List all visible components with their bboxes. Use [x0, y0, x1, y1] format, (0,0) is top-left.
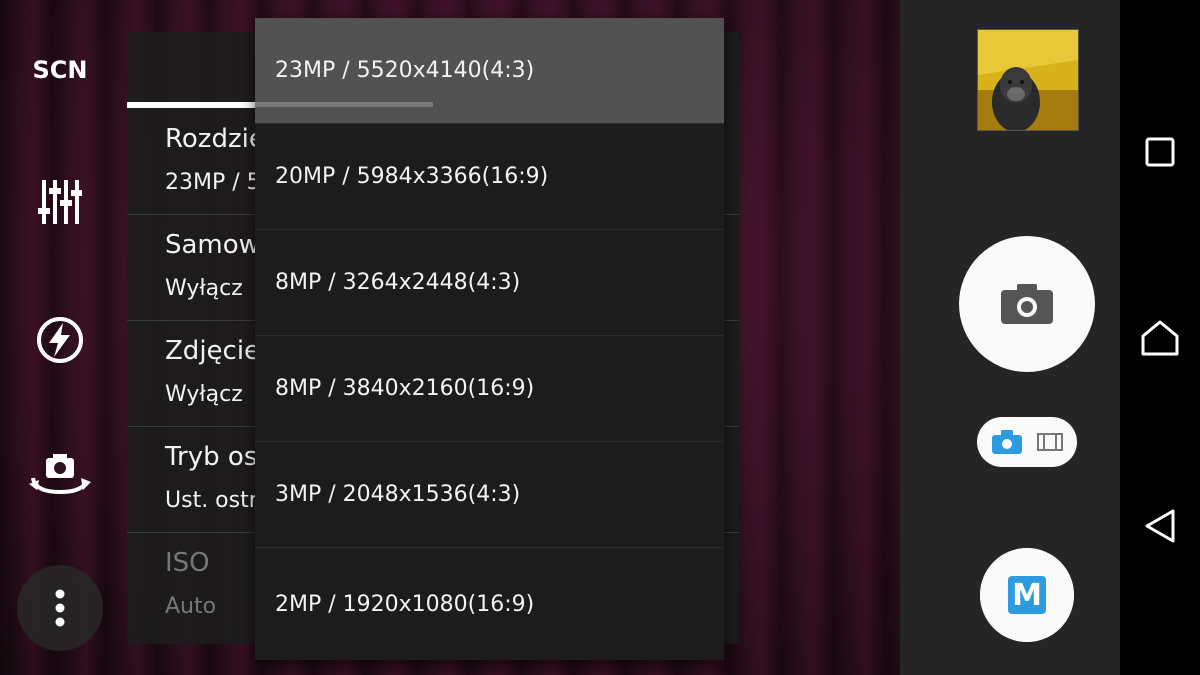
- settings-sliders-icon[interactable]: [0, 172, 120, 232]
- resolution-option[interactable]: 2MP / 1920x1080(16:9): [255, 548, 724, 660]
- home-button[interactable]: [1120, 298, 1200, 378]
- resolution-option[interactable]: 8MP / 3840x2160(16:9): [255, 336, 724, 442]
- home-icon: [1141, 320, 1179, 356]
- flash-auto-icon[interactable]: [0, 312, 120, 368]
- resolution-option[interactable]: 23MP / 5520x4140(4:3): [255, 18, 724, 124]
- camera-shutter-icon: [1001, 284, 1053, 324]
- setting-value: Wyłącz: [165, 276, 243, 301]
- recents-square-icon: [1145, 137, 1175, 167]
- resolution-option[interactable]: 8MP / 3264x2448(4:3): [255, 230, 724, 336]
- manual-mode-button[interactable]: M: [980, 548, 1074, 642]
- shutter-button[interactable]: [959, 236, 1095, 372]
- photo-video-switch[interactable]: [977, 417, 1077, 467]
- setting-value: Auto: [165, 594, 217, 619]
- back-icon: [1145, 509, 1175, 543]
- more-vertical-icon: [55, 589, 65, 627]
- resolution-dropdown: 23MP / 5520x4140(4:3) 20MP / 5984x3366(1…: [255, 18, 724, 660]
- gallery-thumbnail[interactable]: [977, 29, 1079, 131]
- back-button[interactable]: [1120, 486, 1200, 566]
- scene-mode-button[interactable]: SCN: [0, 52, 120, 88]
- switch-camera-icon[interactable]: [0, 444, 120, 504]
- setting-value: Wyłącz: [165, 382, 243, 407]
- photo-mode-icon: [992, 430, 1022, 454]
- setting-title: ISO: [165, 548, 210, 578]
- resolution-option[interactable]: 20MP / 5984x3366(16:9): [255, 124, 724, 230]
- video-mode-icon: [1037, 433, 1063, 451]
- resolution-option[interactable]: 3MP / 2048x1536(4:3): [255, 442, 724, 548]
- scroll-indicator: [255, 102, 433, 107]
- left-control-rail: SCN: [0, 0, 120, 675]
- recents-button[interactable]: [1120, 112, 1200, 192]
- more-options-button[interactable]: [17, 565, 103, 651]
- manual-mode-badge: M: [1008, 576, 1046, 614]
